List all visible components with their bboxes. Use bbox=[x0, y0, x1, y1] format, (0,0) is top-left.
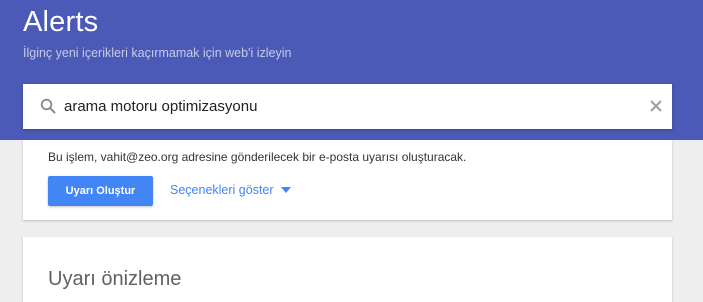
create-alert-button[interactable]: Uyarı Oluştur bbox=[48, 176, 153, 206]
close-icon[interactable] bbox=[649, 99, 663, 113]
show-options-link[interactable]: Seçenekleri göster bbox=[170, 183, 291, 197]
search-input[interactable] bbox=[64, 93, 634, 119]
chevron-down-icon bbox=[280, 187, 291, 193]
page-subtitle: İlginç yeni içerikleri kaçırmamak için w… bbox=[23, 46, 292, 60]
show-options-label: Seçenekleri göster bbox=[170, 183, 274, 197]
alert-preview-card: Uyarı önizleme bbox=[23, 237, 672, 302]
search-icon bbox=[40, 98, 56, 114]
preview-title: Uyarı önizleme bbox=[48, 268, 182, 290]
search-box bbox=[23, 84, 672, 129]
page-title: Alerts bbox=[23, 6, 99, 38]
create-alert-card: Bu işlem, vahit@zeo.org adresine gönderi… bbox=[23, 140, 672, 220]
alerts-page: Alerts İlginç yeni içerikleri kaçırmamak… bbox=[0, 0, 703, 302]
alert-info-text: Bu işlem, vahit@zeo.org adresine gönderi… bbox=[48, 150, 467, 164]
